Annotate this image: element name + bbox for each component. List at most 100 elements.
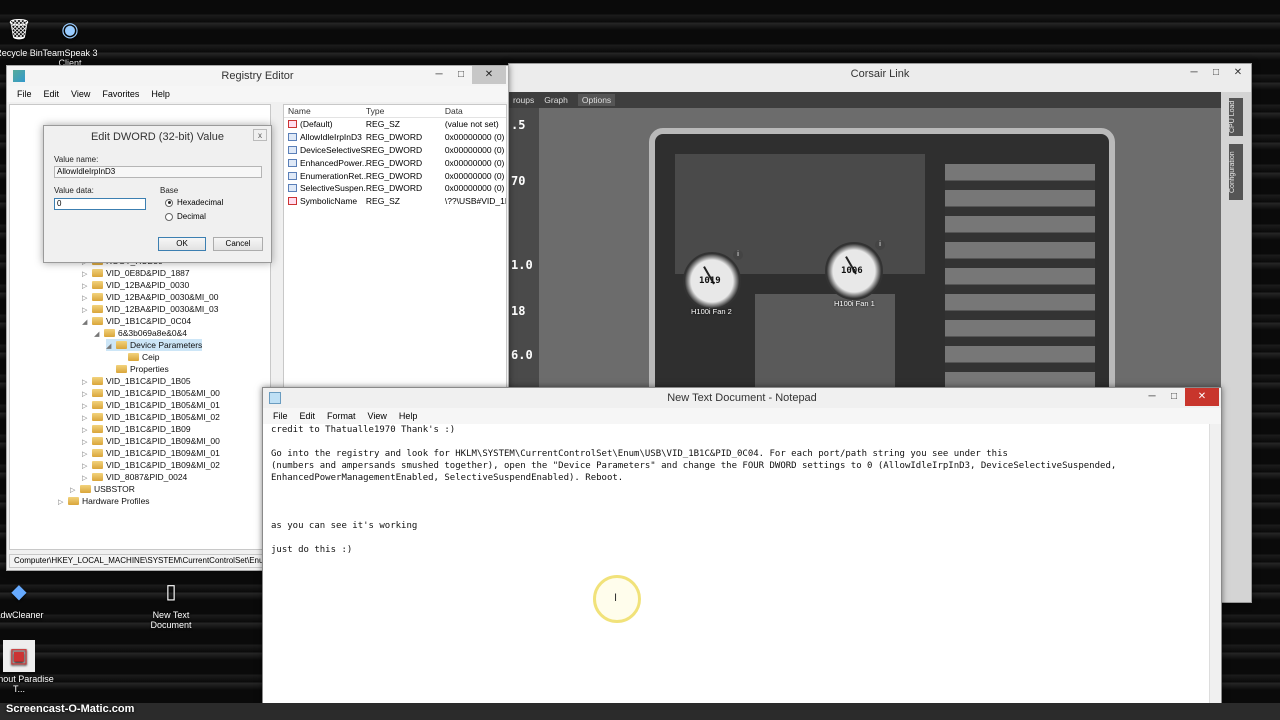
tree-node[interactable]: ▷ VID_1B1C&PID_1B05&MI_02 bbox=[82, 411, 220, 423]
tree-node[interactable]: ▷ VID_12BA&PID_0030 bbox=[82, 279, 189, 291]
maximize-button[interactable]: □ bbox=[450, 66, 472, 84]
value-row[interactable]: EnhancedPower... REG_DWORD 0x00000000 (0) bbox=[284, 156, 506, 169]
tree-node-label: VID_1B1C&PID_1B09&MI_02 bbox=[106, 460, 220, 470]
tab-options[interactable]: Options bbox=[577, 94, 616, 106]
close-button[interactable]: ✕ bbox=[1227, 64, 1249, 82]
tree-node[interactable]: ▷ VID_1B1C&PID_1B05 bbox=[82, 375, 191, 387]
tree-node[interactable]: ▷ VID_1B1C&PID_1B09&MI_02 bbox=[82, 459, 220, 471]
fan-gauge-h100i-fan-2[interactable]: 1019 i bbox=[683, 250, 743, 310]
ok-button[interactable]: OK bbox=[158, 237, 206, 251]
radio-label: Decimal bbox=[177, 212, 206, 221]
notepad-title: New Text Document - Notepad bbox=[667, 392, 817, 404]
tree-node[interactable]: Properties bbox=[106, 363, 169, 375]
close-button[interactable]: ✕ bbox=[472, 66, 506, 84]
menu-edit[interactable]: Edit bbox=[38, 89, 66, 99]
tree-node[interactable]: ▷ VID_0E8D&PID_1887 bbox=[82, 267, 190, 279]
tree-node[interactable]: ▷ VID_1B1C&PID_1B09 bbox=[82, 423, 191, 435]
tree-node-label: VID_12BA&PID_0030&MI_00 bbox=[106, 292, 219, 302]
collapsed-arrow-icon[interactable]: ▷ bbox=[58, 497, 66, 509]
tree-node[interactable]: ▷ VID_12BA&PID_0030&MI_00 bbox=[82, 291, 218, 303]
tree-node[interactable]: ▷ VID_8087&PID_0024 bbox=[82, 471, 187, 483]
folder-icon bbox=[104, 329, 115, 337]
value-name: SymbolicName bbox=[300, 196, 358, 207]
tree-node[interactable]: ◢ 6&3b069a8e&0&4 bbox=[94, 327, 187, 339]
desktop-icon-new-text-document[interactable]: ▯ New Text Document bbox=[134, 576, 208, 630]
column-data[interactable]: Data bbox=[445, 106, 506, 116]
radio-decimal[interactable]: Decimal bbox=[165, 212, 206, 221]
regedit-icon bbox=[13, 70, 25, 82]
tree-node-label: VID_12BA&PID_0030 bbox=[106, 280, 190, 290]
value-row[interactable]: AllowIdleIrpInD3 REG_DWORD 0x00000000 (0) bbox=[284, 131, 506, 144]
value-data-input[interactable]: 0 bbox=[54, 198, 146, 210]
tree-node-label: VID_12BA&PID_0030&MI_03 bbox=[106, 304, 219, 314]
notepad-text-area[interactable]: credit to Thatualle1970 Thank's :) Go in… bbox=[265, 424, 1209, 720]
fan-gauge-h100i-fan-1[interactable]: 1006 i bbox=[825, 240, 885, 300]
minimize-button[interactable]: ─ bbox=[1141, 388, 1163, 406]
fan-label: H100i Fan 2 bbox=[691, 307, 732, 316]
side-tab-cpu-load[interactable]: CPU Load bbox=[1229, 98, 1243, 136]
maximize-button[interactable]: □ bbox=[1163, 388, 1185, 406]
tab-groups[interactable]: roups bbox=[513, 95, 534, 105]
radio-hexadecimal[interactable]: Hexadecimal bbox=[165, 198, 223, 207]
value-row[interactable]: DeviceSelectiveS... REG_DWORD 0x00000000 (… bbox=[284, 144, 506, 157]
fan-rpm: 1019 bbox=[699, 276, 721, 286]
tree-node[interactable]: ▷ VID_1B1C&PID_1B05&MI_00 bbox=[82, 387, 220, 399]
value-data: (value not set) bbox=[444, 119, 499, 130]
menu-file[interactable]: File bbox=[267, 411, 294, 421]
folder-icon bbox=[92, 401, 103, 409]
menu-file[interactable]: File bbox=[11, 89, 38, 99]
minimize-button[interactable]: ─ bbox=[1183, 64, 1205, 82]
tree-node[interactable]: ▷ VID_12BA&PID_0030&MI_03 bbox=[82, 303, 218, 315]
close-button[interactable]: ✕ bbox=[1185, 388, 1219, 406]
folder-icon bbox=[92, 437, 103, 445]
folder-icon bbox=[92, 461, 103, 469]
minimize-button[interactable]: ─ bbox=[428, 66, 450, 84]
tree-node[interactable]: ▷ VID_1B1C&PID_1B09&MI_00 bbox=[82, 435, 220, 447]
value-row[interactable]: SelectiveSuspen... REG_DWORD 0x00000000 (0… bbox=[284, 182, 506, 195]
tree-node[interactable]: ▷ VID_1B1C&PID_1B09&MI_01 bbox=[82, 447, 220, 459]
menu-help[interactable]: Help bbox=[145, 89, 176, 99]
tree-node[interactable]: Ceip bbox=[118, 351, 159, 363]
folder-icon bbox=[92, 269, 103, 277]
dialog-close-button[interactable]: x bbox=[253, 129, 267, 141]
tree-node[interactable]: ◢ Device Parameters bbox=[106, 339, 203, 353]
menu-format[interactable]: Format bbox=[321, 411, 362, 421]
info-icon[interactable]: i bbox=[733, 250, 743, 260]
gauge-value: 70 bbox=[511, 174, 526, 188]
value-row[interactable]: (Default) REG_SZ (value not set) bbox=[284, 118, 506, 131]
tree-node-label: VID_0E8D&PID_1887 bbox=[106, 268, 190, 278]
info-icon[interactable]: i bbox=[875, 240, 885, 250]
tree-node[interactable]: ▷ VID_1B1C&PID_1B05&MI_01 bbox=[82, 399, 220, 411]
expanded-arrow-icon[interactable]: ◢ bbox=[106, 341, 114, 353]
expanded-arrow-icon[interactable]: ◢ bbox=[94, 329, 102, 341]
maximize-button[interactable]: □ bbox=[1205, 64, 1227, 82]
tab-graph[interactable]: Graph bbox=[544, 95, 568, 105]
side-tab-configuration[interactable]: Configuration bbox=[1229, 144, 1243, 200]
tree-node-label: VID_1B1C&PID_1B05 bbox=[106, 376, 191, 386]
desktop-icon-teamspeak[interactable]: ◉ TeamSpeak 3 Client bbox=[33, 14, 107, 68]
value-row[interactable]: EnumerationRet... REG_DWORD 0x00000000 (0) bbox=[284, 169, 506, 182]
value-name: EnumerationRet... bbox=[300, 170, 366, 181]
column-name[interactable]: Name bbox=[284, 106, 366, 116]
tree-node[interactable]: ▷ Hardware Profiles bbox=[58, 495, 150, 507]
vertical-scrollbar[interactable] bbox=[1209, 424, 1221, 720]
value-name: SelectiveSuspen... bbox=[300, 183, 366, 194]
tree-node[interactable]: ◢ VID_1B1C&PID_0C04 bbox=[82, 315, 191, 327]
expanded-arrow-icon[interactable]: ◢ bbox=[82, 317, 90, 329]
radio-label: Hexadecimal bbox=[177, 198, 224, 207]
value-name-field: AllowIdleIrpInD3 bbox=[54, 166, 262, 178]
string-value-icon bbox=[288, 197, 297, 206]
menu-favorites[interactable]: Favorites bbox=[96, 89, 145, 99]
menu-edit[interactable]: Edit bbox=[294, 411, 322, 421]
column-type[interactable]: Type bbox=[366, 106, 445, 116]
tree-node-label: VID_1B1C&PID_1B09 bbox=[106, 424, 191, 434]
desktop-icon-adwcleaner[interactable]: ◆ AdwCleaner bbox=[0, 576, 56, 620]
menu-view[interactable]: View bbox=[362, 411, 393, 421]
menu-view[interactable]: View bbox=[65, 89, 96, 99]
fan-rpm: 1006 bbox=[841, 266, 863, 276]
tree-node[interactable]: ▷ USBSTOR bbox=[70, 483, 135, 495]
menu-help[interactable]: Help bbox=[393, 411, 424, 421]
value-row[interactable]: SymbolicName REG_SZ \??\USB#VID_1E bbox=[284, 195, 506, 208]
desktop-icon-burnout[interactable]: ▣ Burnout Paradise T... bbox=[0, 640, 56, 694]
cancel-button[interactable]: Cancel bbox=[213, 237, 263, 251]
